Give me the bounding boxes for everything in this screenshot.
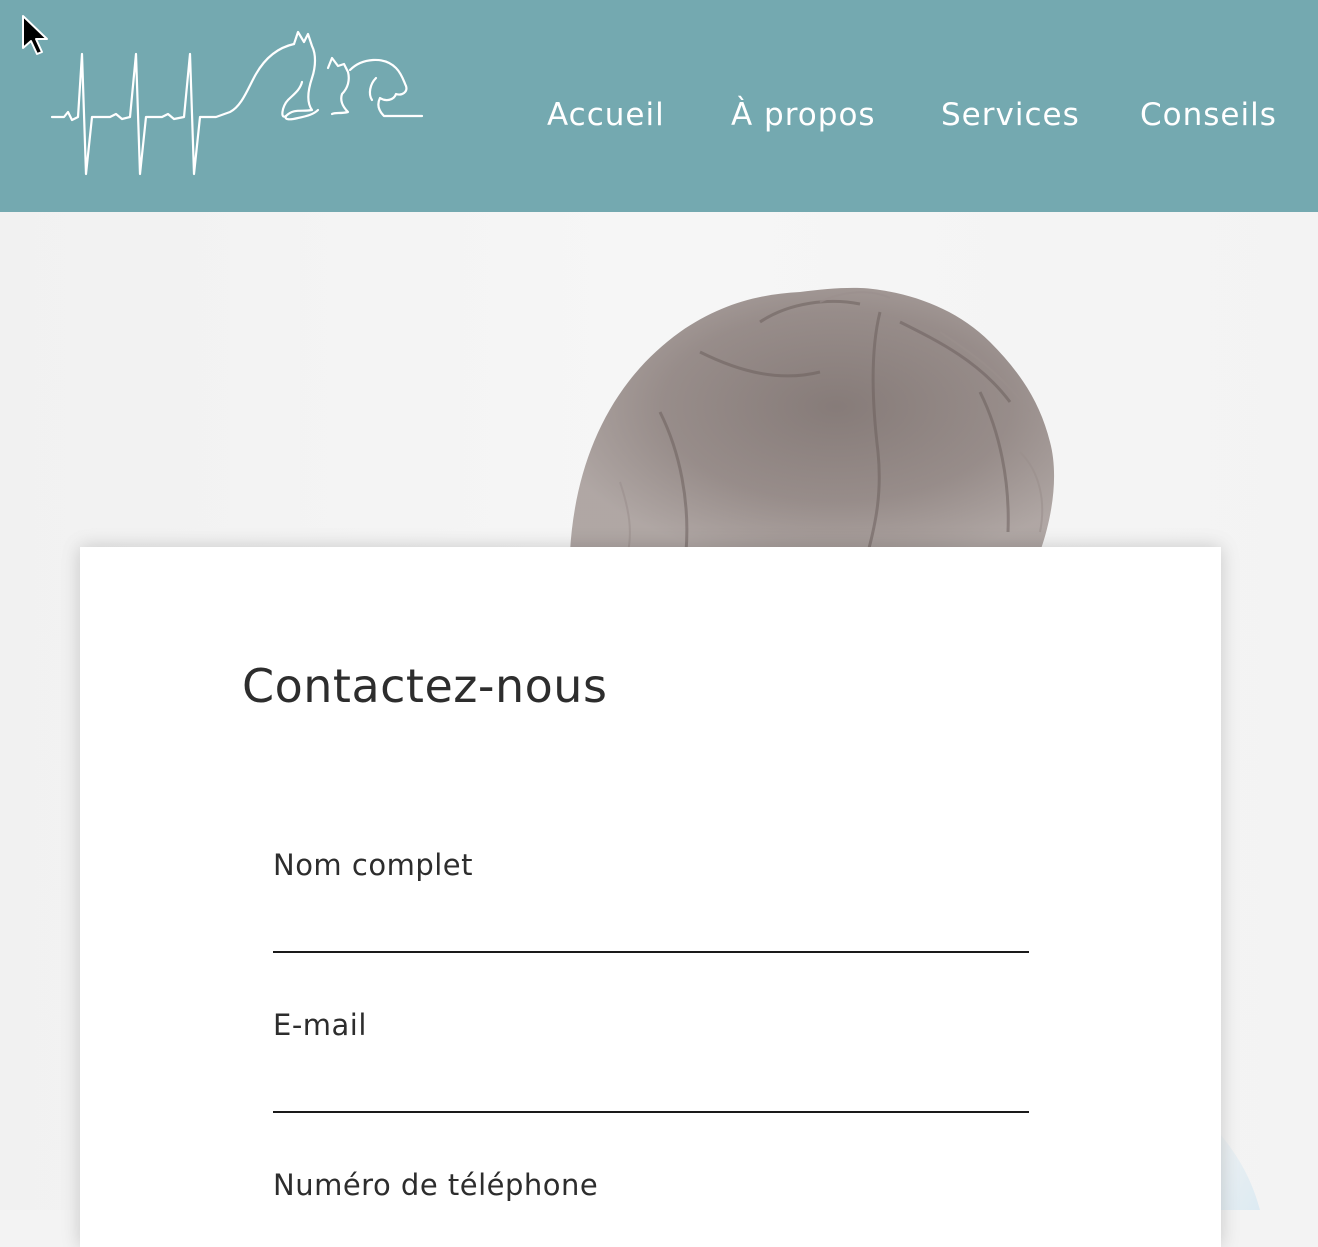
form-title: Contactez-nous [242, 659, 608, 713]
full-name-label: Nom complet [273, 848, 474, 882]
nav-link-conseils[interactable]: Conseils [1140, 93, 1277, 137]
mouse-pointer-icon [22, 15, 48, 55]
site-header: Accueil À propos Services Conseils [0, 0, 1318, 212]
nav-link-services[interactable]: Services [941, 93, 1080, 137]
email-input[interactable] [273, 1065, 1029, 1113]
nav-link-accueil[interactable]: Accueil [547, 93, 665, 137]
nav-link-a-propos[interactable]: À propos [731, 93, 876, 137]
phone-label: Numéro de téléphone [273, 1168, 599, 1202]
contact-form-card: Contactez-nous Nom complet E-mail Numéro… [80, 547, 1221, 1247]
phone-field: Numéro de téléphone [273, 1165, 1029, 1205]
email-field: E-mail [273, 1005, 1029, 1113]
full-name-input[interactable] [273, 905, 1029, 953]
main-nav: Accueil À propos Services Conseils [0, 93, 1318, 143]
full-name-field: Nom complet [273, 845, 1029, 953]
email-label: E-mail [273, 1008, 367, 1042]
